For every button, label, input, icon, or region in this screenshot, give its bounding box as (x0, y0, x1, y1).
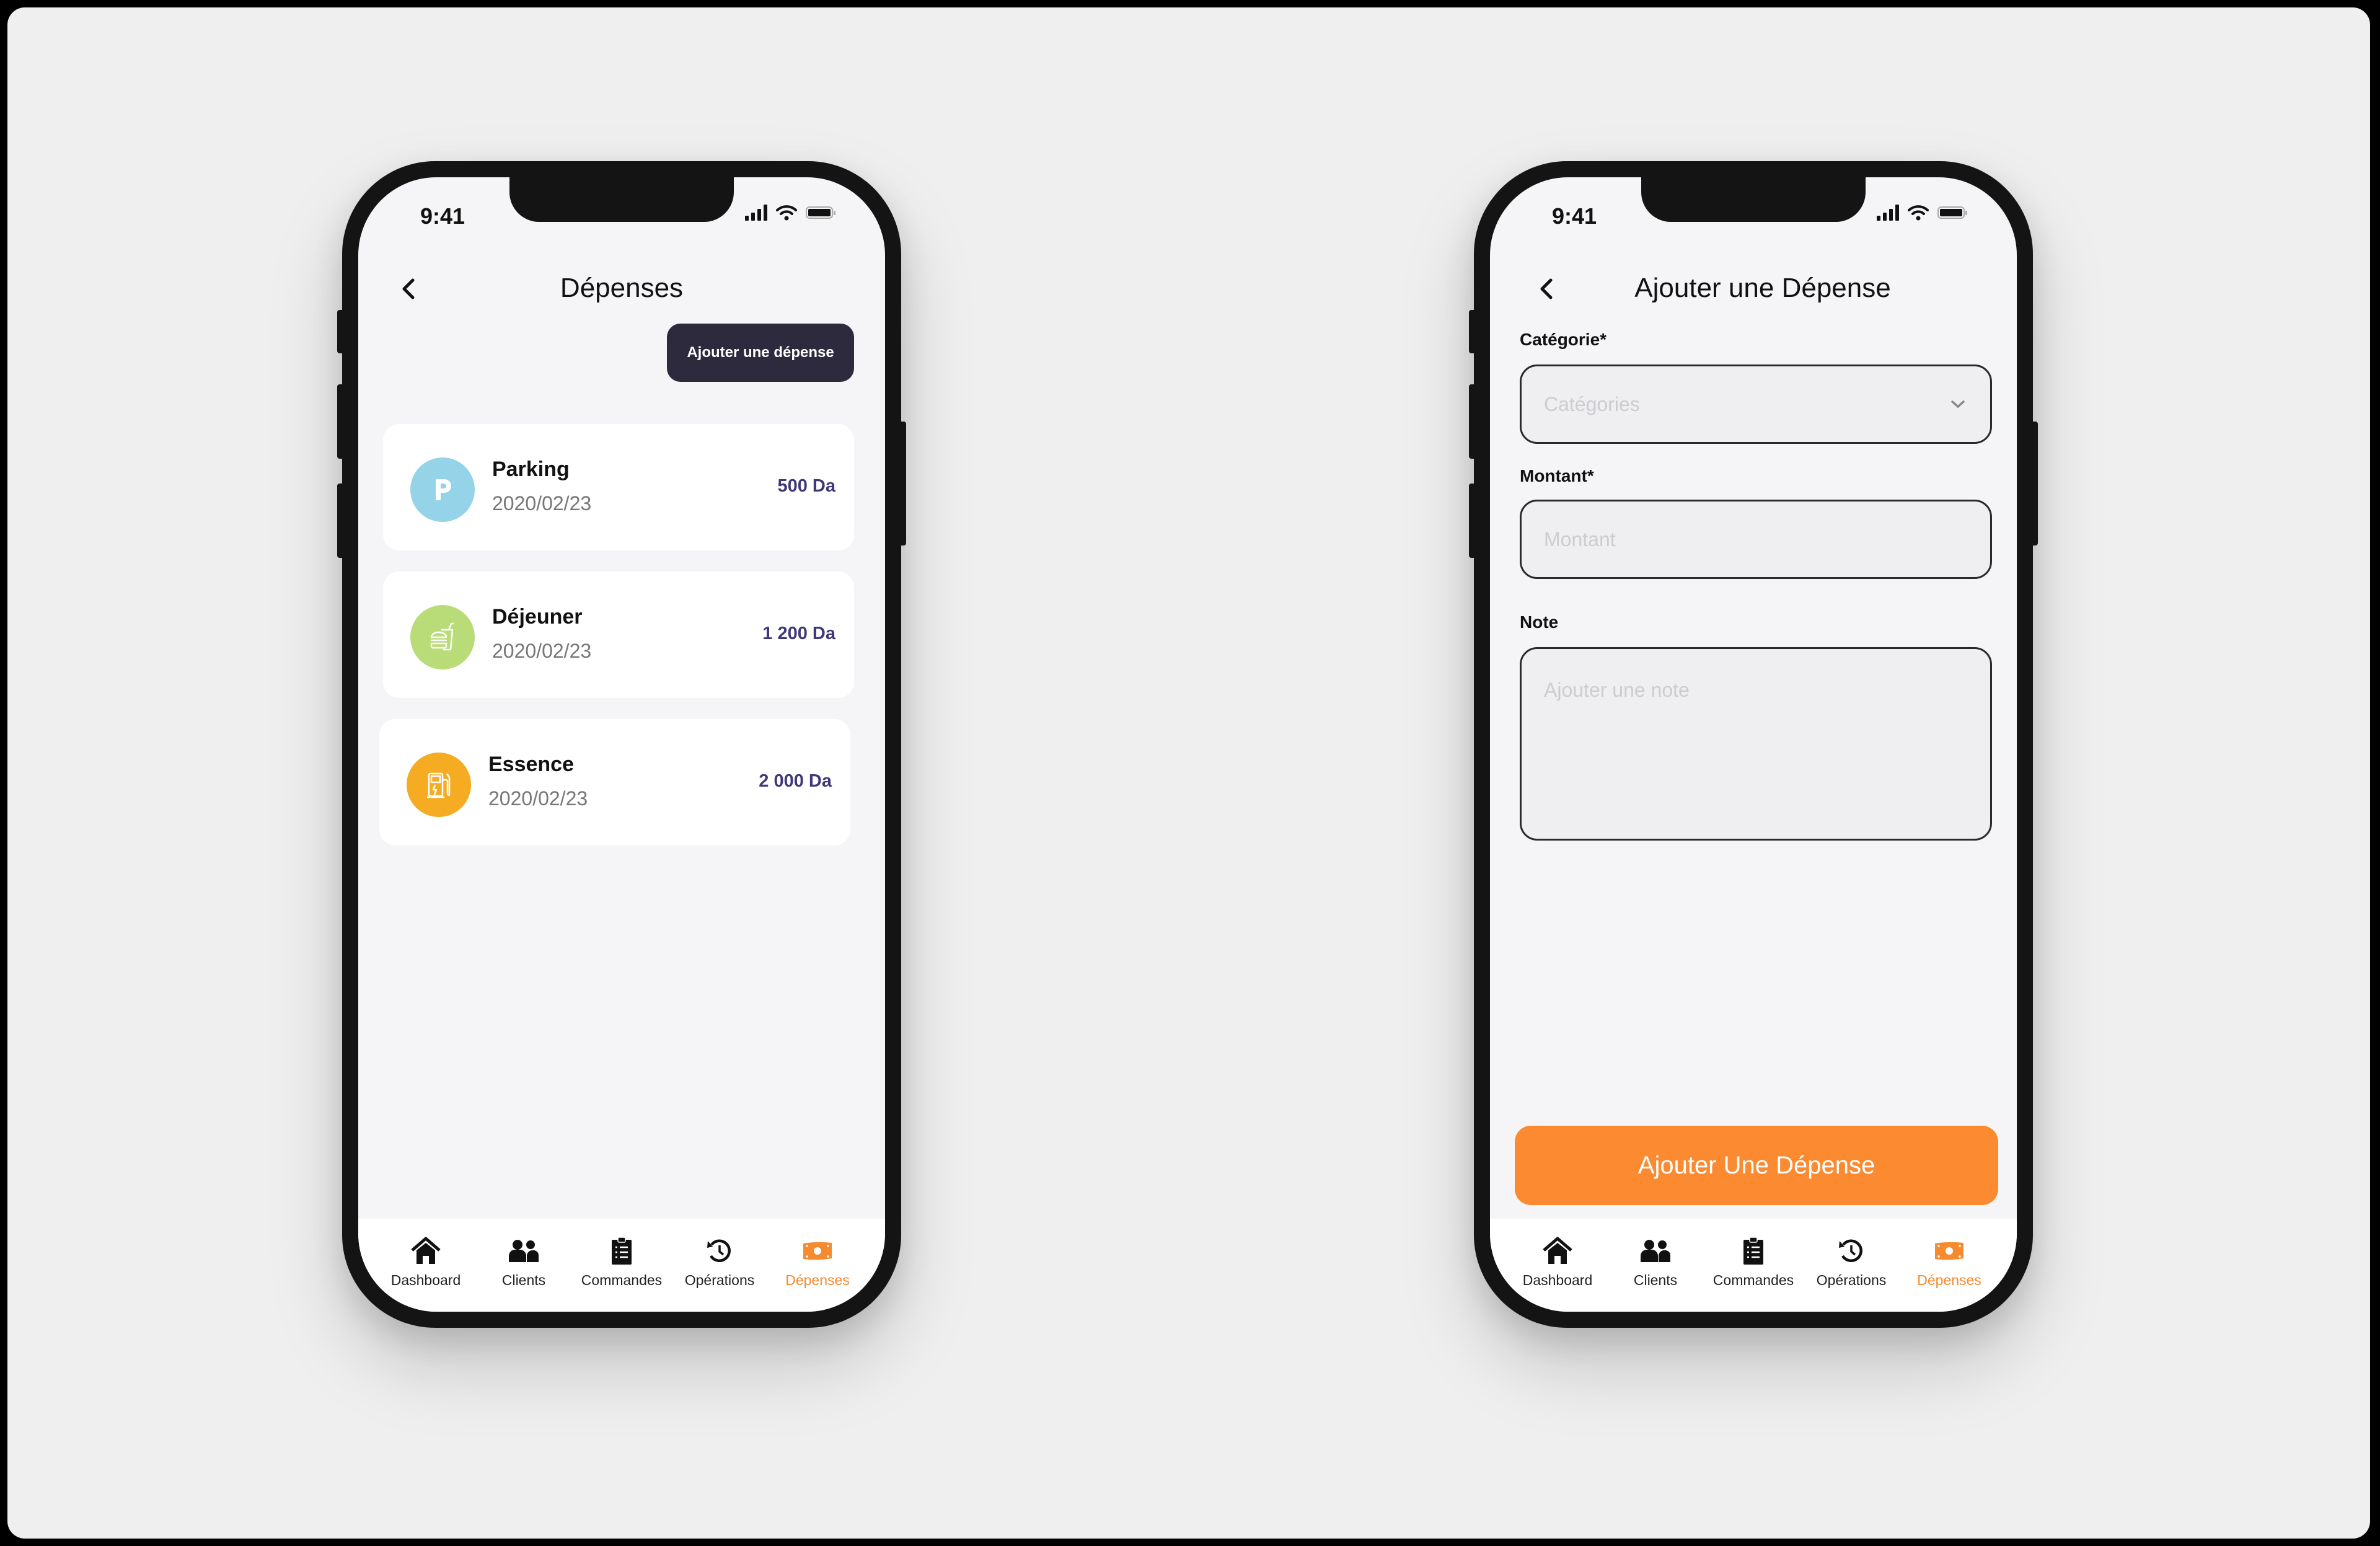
tab-label: Opérations (1816, 1272, 1887, 1288)
tab-label: Dashboard (1522, 1272, 1593, 1288)
expense-name: Essence (488, 753, 574, 776)
battery-icon (1937, 206, 1967, 219)
volume-down-button (1469, 484, 1478, 558)
expense-list: Parking 2020/02/23 500 Da Déjeuner 2020/… (379, 424, 854, 867)
page-title: Ajouter une Dépense (1634, 273, 1891, 303)
tab-bar: Dashboard Clients Commandes Opérations D… (358, 1219, 885, 1312)
money-bill-icon (803, 1242, 832, 1260)
clipboard-list-icon (612, 1237, 632, 1265)
tab-clients[interactable]: Clients (480, 1219, 567, 1312)
cellular-signal-icon (1877, 205, 1899, 221)
expense-amount: 500 Da (777, 476, 835, 496)
expense-date: 2020/02/23 (488, 787, 588, 810)
notch (1641, 177, 1866, 222)
fast-food-icon (430, 622, 454, 651)
expense-date: 2020/02/23 (492, 640, 592, 662)
expense-name: Déjeuner (492, 605, 583, 629)
expense-item[interactable]: Parking 2020/02/23 500 Da (383, 424, 854, 550)
amount-input[interactable] (1520, 500, 1992, 579)
status-icons (745, 205, 835, 221)
expense-item[interactable]: Déjeuner 2020/02/23 1 200 Da (383, 572, 854, 698)
note-textarea[interactable] (1520, 647, 1992, 841)
tab-operations[interactable]: Opérations (1808, 1219, 1895, 1312)
tab-bar: Dashboard Clients Commandes Opérations D… (1490, 1219, 2017, 1312)
fuel-pump-icon (427, 772, 451, 798)
parking-icon (436, 479, 451, 500)
presentation-canvas: 9:41 Dépenses Ajouter une dépense Parkin… (7, 7, 2370, 1539)
home-icon (1543, 1237, 1572, 1264)
status-time: 9:41 (1552, 203, 1597, 229)
expense-name: Parking (492, 457, 570, 481)
screen: 9:41 Ajouter une Dépense Catégorie* Caté… (1490, 177, 2017, 1312)
history-icon (1839, 1239, 1862, 1262)
power-button (897, 422, 906, 546)
status-time: 9:41 (420, 203, 465, 229)
chevron-down-icon (1951, 400, 1965, 409)
home-icon (411, 1237, 441, 1264)
tab-depenses[interactable]: Dépenses (1906, 1219, 1993, 1312)
tab-operations[interactable]: Opérations (676, 1219, 763, 1312)
battery-icon (806, 206, 835, 219)
expense-amount: 2 000 Da (759, 771, 832, 791)
volume-up-button (1469, 384, 1478, 459)
tab-clients[interactable]: Clients (1612, 1219, 1699, 1312)
tab-dashboard[interactable]: Dashboard (382, 1219, 469, 1312)
category-select[interactable]: Catégories (1520, 364, 1992, 444)
volume-up-button (337, 384, 346, 459)
tab-commandes[interactable]: Commandes (1710, 1219, 1797, 1312)
expense-item[interactable]: Essence 2020/02/23 2 000 Da (379, 719, 850, 846)
clipboard-list-icon (1743, 1237, 1763, 1265)
category-label: Catégorie* (1520, 330, 1607, 349)
notch (509, 177, 734, 222)
tab-label: Opérations (684, 1272, 755, 1288)
history-icon (707, 1239, 731, 1262)
users-icon (509, 1240, 539, 1262)
nav-header: Ajouter une Dépense (1490, 264, 2017, 314)
tab-label: Clients (501, 1272, 546, 1288)
category-placeholder: Catégories (1544, 392, 1640, 415)
page-title: Dépenses (560, 273, 684, 303)
tab-commandes[interactable]: Commandes (578, 1219, 665, 1312)
nav-header: Dépenses (358, 264, 885, 314)
wifi-icon (1908, 205, 1929, 221)
users-icon (1641, 1240, 1670, 1262)
tab-label: Commandes (1712, 1272, 1794, 1288)
phone-add-expense: 9:41 Ajouter une Dépense Catégorie* Caté… (1469, 161, 2038, 1328)
tab-depenses[interactable]: Dépenses (774, 1219, 861, 1312)
screen: 9:41 Dépenses Ajouter une dépense Parkin… (358, 177, 885, 1312)
tab-label: Clients (1633, 1272, 1678, 1288)
mute-switch (1469, 310, 1478, 353)
status-icons (1877, 205, 1967, 221)
volume-down-button (337, 484, 346, 558)
tab-dashboard[interactable]: Dashboard (1514, 1219, 1601, 1312)
note-label: Note (1520, 612, 1559, 632)
expense-amount: 1 200 Da (762, 624, 835, 643)
expense-avatar (410, 457, 475, 522)
amount-label: Montant* (1520, 466, 1594, 485)
power-button (2029, 422, 2038, 546)
mute-switch (337, 310, 346, 353)
tab-label: Dépenses (1917, 1272, 1981, 1288)
phone-expense-list: 9:41 Dépenses Ajouter une dépense Parkin… (337, 161, 906, 1328)
expense-date: 2020/02/23 (492, 492, 592, 515)
expense-avatar (407, 753, 471, 817)
tab-label: Commandes (581, 1272, 663, 1288)
add-expense-button[interactable]: Ajouter une dépense (667, 324, 854, 382)
expense-avatar (410, 605, 475, 669)
submit-expense-button[interactable]: Ajouter Une Dépense (1515, 1126, 1998, 1205)
tab-label: Dashboard (390, 1272, 461, 1288)
wifi-icon (776, 205, 797, 221)
cellular-signal-icon (745, 205, 767, 221)
tab-label: Dépenses (785, 1272, 850, 1288)
money-bill-icon (1935, 1242, 1963, 1260)
